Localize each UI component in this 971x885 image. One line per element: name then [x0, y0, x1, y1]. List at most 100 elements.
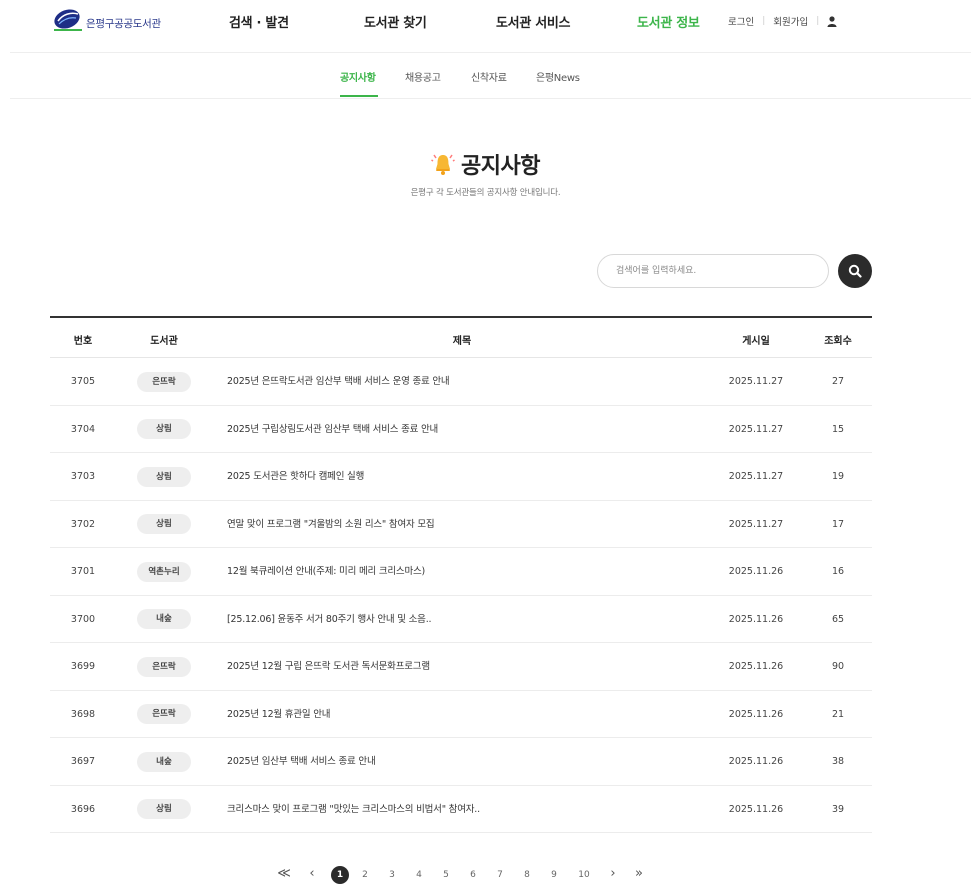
- library-badge: 내숲: [137, 751, 191, 772]
- table-row[interactable]: 3698 은뜨락 2025년 12월 휴관일 안내 2025.11.26 21: [50, 691, 872, 739]
- col-header-title: 제목: [452, 336, 472, 347]
- row-views: 16: [831, 566, 845, 577]
- page-button[interactable]: 3: [383, 866, 401, 884]
- row-views: 27: [831, 376, 845, 387]
- subnav-divider: [10, 98, 971, 99]
- page-button[interactable]: 7: [491, 866, 509, 884]
- search-icon: [848, 264, 862, 278]
- row-date: 2025.11.27: [728, 423, 784, 435]
- util-divider: |: [816, 16, 820, 26]
- tab-notices[interactable]: 공지사항: [340, 69, 376, 84]
- row-library: 내숲: [137, 738, 191, 786]
- logo-text: 은평구공공도서관: [86, 18, 161, 30]
- library-badge: 상림: [137, 799, 191, 819]
- page-button-current[interactable]: 1: [331, 866, 349, 884]
- row-library: 상림: [137, 786, 191, 834]
- table-header: 번호 도서관 제목 게시일 조회수: [50, 318, 872, 358]
- library-badge: 은뜨락: [137, 371, 191, 392]
- tab-eunpyeong-news[interactable]: 은평News: [536, 69, 580, 84]
- row-number: 3700: [70, 613, 96, 625]
- page-button[interactable]: 10: [572, 866, 596, 884]
- row-title-link[interactable]: 2025년 12월 구립 은뜨락 도서관 독서문화프로그램: [227, 643, 697, 691]
- row-date: 2025.11.27: [728, 376, 784, 387]
- row-number: 3704: [70, 423, 96, 435]
- util-divider: |: [762, 16, 766, 26]
- row-date: 2025.11.26: [728, 708, 784, 720]
- row-title-link[interactable]: 2025년 12월 휴관일 안내: [227, 691, 697, 739]
- nav-library-info[interactable]: 도서관 정보: [637, 12, 700, 31]
- page-button[interactable]: 9: [545, 866, 563, 884]
- row-number: 3696: [70, 803, 96, 815]
- library-badge: 상림: [137, 514, 191, 534]
- row-views: 39: [831, 803, 845, 815]
- search-input[interactable]: [598, 255, 828, 287]
- sub-nav: 공지사항 채용공고 신착자료 은평News: [0, 53, 971, 98]
- active-tab-indicator: [340, 95, 378, 97]
- first-page-button[interactable]: ≪: [275, 866, 293, 884]
- row-views: 17: [831, 518, 845, 530]
- row-date: 2025.11.26: [728, 803, 784, 815]
- row-number: 3697: [70, 756, 96, 767]
- last-page-button[interactable]: »: [630, 866, 648, 884]
- row-title-link[interactable]: 크리스마스 맞이 프로그램 "맛있는 크리스마스의 비법서" 참여자..: [227, 786, 697, 834]
- page-button[interactable]: 2: [356, 866, 374, 884]
- row-library: 상림: [137, 453, 191, 501]
- page-button[interactable]: 4: [410, 866, 428, 884]
- row-views: 15: [831, 423, 845, 435]
- table-row[interactable]: 3703 상림 2025 도서관은 핫하다 캠페인 실행 2025.11.27 …: [50, 453, 872, 501]
- row-library: 내숲: [137, 596, 191, 644]
- tab-new-arrivals[interactable]: 신착자료: [471, 69, 507, 84]
- row-title-link[interactable]: 2025년 구립상림도서관 임산부 택배 서비스 종료 안내: [227, 406, 697, 454]
- page-button[interactable]: 6: [464, 866, 482, 884]
- logo-mark-icon: [54, 9, 82, 31]
- row-title-link[interactable]: [25.12.06] 윤동주 서거 80주기 행사 안내 및 소음..: [227, 596, 697, 644]
- row-views: 21: [831, 708, 845, 720]
- login-link[interactable]: 로그인: [728, 14, 754, 28]
- table-row[interactable]: 3699 은뜨락 2025년 12월 구립 은뜨락 도서관 독서문화프로그램 2…: [50, 643, 872, 691]
- signup-link[interactable]: 회원가입: [773, 14, 808, 28]
- row-date: 2025.11.26: [728, 756, 784, 767]
- table-row[interactable]: 3697 내숲 2025년 임산부 택배 서비스 종료 안내 2025.11.2…: [50, 738, 872, 786]
- row-number: 3703: [70, 471, 96, 482]
- next-page-button[interactable]: ›: [604, 866, 622, 884]
- col-header-num: 번호: [73, 336, 93, 347]
- table-row[interactable]: 3702 상림 연말 맞이 프로그램 "겨울밤의 소원 리스" 참여자 모집 2…: [50, 501, 872, 549]
- tab-recruitment[interactable]: 채용공고: [405, 69, 441, 84]
- library-badge: 역촌누리: [137, 561, 191, 582]
- col-header-library: 도서관: [150, 336, 178, 347]
- page-title-row: 공지사항: [431, 148, 540, 180]
- row-library: 상림: [137, 406, 191, 454]
- row-title-link[interactable]: 12월 북큐레이션 안내(주제: 미리 메리 크리스마스): [227, 548, 697, 596]
- row-number: 3702: [70, 518, 96, 530]
- row-title-link[interactable]: 2025년 임산부 택배 서비스 종료 안내: [227, 738, 697, 786]
- table-row[interactable]: 3705 은뜨락 2025년 은뜨락도서관 임산부 택배 서비스 운영 종료 안…: [50, 358, 872, 406]
- search-field: [597, 254, 829, 288]
- user-icon[interactable]: [827, 15, 837, 27]
- nav-search-discover[interactable]: 검색 · 발견: [229, 12, 289, 31]
- page-button[interactable]: 5: [437, 866, 455, 884]
- table-row[interactable]: 3704 상림 2025년 구립상림도서관 임산부 택배 서비스 종료 안내 2…: [50, 406, 872, 454]
- site-logo[interactable]: 은평구공공도서관: [52, 6, 161, 32]
- nav-library-services[interactable]: 도서관 서비스: [496, 12, 570, 31]
- page-button[interactable]: 8: [518, 866, 536, 884]
- row-views: 90: [831, 661, 845, 672]
- library-badge: 은뜨락: [137, 656, 191, 677]
- search-button[interactable]: [838, 254, 872, 288]
- row-title-link[interactable]: 2025 도서관은 핫하다 캠페인 실행: [227, 453, 697, 501]
- prev-page-button[interactable]: ‹: [303, 866, 321, 884]
- library-badge: 상림: [137, 466, 191, 487]
- row-library: 은뜨락: [137, 691, 191, 739]
- col-header-date: 게시일: [742, 336, 770, 347]
- page-subtitle: 은평구 각 도서관들의 공지사항 안내입니다.: [410, 188, 561, 198]
- table-row[interactable]: 3696 상림 크리스마스 맞이 프로그램 "맛있는 크리스마스의 비법서" 참…: [50, 786, 872, 834]
- row-date: 2025.11.26: [728, 613, 784, 625]
- row-title-link[interactable]: 2025년 은뜨락도서관 임산부 택배 서비스 운영 종료 안내: [227, 358, 697, 406]
- row-date: 2025.11.27: [728, 518, 784, 530]
- table-row[interactable]: 3701 역촌누리 12월 북큐레이션 안내(주제: 미리 메리 크리스마스) …: [50, 548, 872, 596]
- row-library: 역촌누리: [137, 548, 191, 596]
- nav-find-library[interactable]: 도서관 찾기: [364, 12, 427, 31]
- row-title-link[interactable]: 연말 맞이 프로그램 "겨울밤의 소원 리스" 참여자 모집: [227, 501, 697, 549]
- table-row[interactable]: 3700 내숲 [25.12.06] 윤동주 서거 80주기 행사 안내 및 소…: [50, 596, 872, 644]
- row-number: 3698: [70, 708, 96, 720]
- page-header: 공지사항: [0, 148, 971, 180]
